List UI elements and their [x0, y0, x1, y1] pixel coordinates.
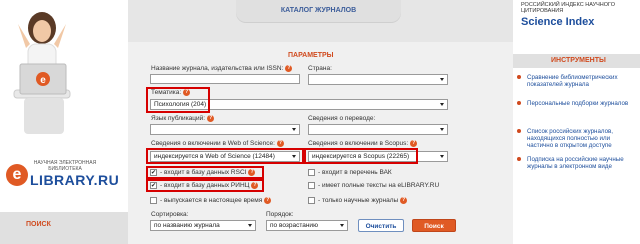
- vak-label: - входит в перечень ВАК: [318, 169, 392, 176]
- rsci-highlight: [146, 166, 264, 179]
- chevron-down-icon: [440, 78, 444, 81]
- left-search-band: ПОИСК: [0, 212, 128, 244]
- country-select[interactable]: [308, 74, 448, 85]
- current-label: - выпускается в настоящее время?: [160, 197, 272, 205]
- chevron-down-icon: [340, 224, 344, 227]
- sidebar-link-collections[interactable]: Персональные подборки журналов: [517, 100, 635, 107]
- scopus-label: Сведения о включении в Scopus:?: [308, 140, 418, 148]
- chevron-down-icon: [440, 128, 444, 131]
- scientific-only-checkbox[interactable]: [308, 197, 315, 204]
- instruments-header: ИНСТРУМЕНТЫ: [513, 54, 640, 68]
- translation-select[interactable]: [308, 124, 448, 135]
- sidebar-link-compare[interactable]: Сравнение библиометрических показателей …: [517, 74, 635, 88]
- bullet-icon: [517, 157, 521, 161]
- sidebar-link-open-access[interactable]: Список российских журналов, находящихся …: [517, 128, 635, 149]
- brand-tagline: НАУЧНАЯ ЭЛЕКТРОННАЯ БИБЛИОТЕКА: [33, 160, 97, 172]
- wos-label: Сведения о включении в Web of Science:?: [151, 140, 284, 148]
- right-sidebar: РОССИЙСКИЙ ИНДЕКС НАУЧНОГО ЦИТИРОВАНИЯ S…: [513, 0, 640, 244]
- help-icon[interactable]: ?: [285, 65, 293, 72]
- wos-highlight: [146, 148, 304, 164]
- clear-button[interactable]: Очистить: [358, 219, 404, 232]
- sort-label: Сортировка:: [151, 211, 189, 218]
- bullet-icon: [517, 75, 521, 79]
- scientific-only-label: - только научные журналы?: [318, 197, 408, 205]
- chevron-down-icon: [440, 103, 444, 106]
- bullet-icon: [517, 129, 521, 133]
- left-column: e e НАУЧНАЯ ЭЛЕКТРОННАЯ БИБЛИОТЕКА LIBRA…: [0, 0, 128, 244]
- vak-checkbox[interactable]: [308, 169, 315, 176]
- name-label: Название журнала, издательства или ISSN:…: [151, 65, 293, 73]
- instruments-title: ИНСТРУМЕНТЫ: [551, 57, 606, 64]
- left-search-link[interactable]: ПОИСК: [26, 221, 51, 228]
- search-form: ПАРАМЕТРЫ Название журнала, издательства…: [138, 42, 508, 244]
- main-content: КАТАЛОГ ЖУРНАЛОВ ПАРАМЕТРЫ Название журн…: [128, 0, 513, 244]
- elibrary-logo-icon: e: [6, 164, 28, 186]
- woman-with-laptop-illustration: e: [13, 12, 71, 134]
- rinc-highlight: [146, 179, 264, 192]
- current-checkbox[interactable]: [150, 197, 157, 204]
- scopus-highlight: [304, 148, 418, 164]
- top-band: КАТАЛОГ ЖУРНАЛОВ: [128, 0, 513, 42]
- journal-name-input[interactable]: [150, 74, 300, 84]
- brand-logo-text[interactable]: LIBRARY.RU: [30, 172, 119, 188]
- fulltext-label: - имеет полные тексты на eLIBRARY.RU: [318, 182, 440, 189]
- order-label: Порядок:: [266, 211, 294, 218]
- topic-highlight: [146, 87, 210, 113]
- fulltext-checkbox[interactable]: [308, 182, 315, 189]
- sidebar-link-subscription[interactable]: Подписка на российские научные журналы в…: [517, 156, 635, 170]
- tab-journal-catalog[interactable]: КАТАЛОГ ЖУРНАЛОВ: [236, 0, 401, 22]
- science-index-tagline: РОССИЙСКИЙ ИНДЕКС НАУЧНОГО ЦИТИРОВАНИЯ: [521, 2, 616, 14]
- help-icon[interactable]: ?: [410, 140, 418, 147]
- order-select[interactable]: по возрастанию: [266, 220, 348, 231]
- sort-select[interactable]: по названию журнала: [150, 220, 256, 231]
- language-select[interactable]: [150, 124, 300, 135]
- help-icon[interactable]: ?: [207, 115, 215, 122]
- help-icon[interactable]: ?: [264, 197, 272, 204]
- svg-text:e: e: [40, 75, 46, 86]
- bullet-icon: [517, 101, 521, 105]
- help-icon[interactable]: ?: [276, 140, 284, 147]
- chevron-down-icon: [440, 155, 444, 158]
- chevron-down-icon: [292, 128, 296, 131]
- chevron-down-icon: [248, 224, 252, 227]
- country-label: Страна:: [308, 65, 332, 72]
- language-label: Язык публикаций:?: [151, 115, 215, 123]
- science-index-logo[interactable]: Science Index: [521, 16, 594, 28]
- translation-label: Сведения о переводе:: [308, 115, 376, 122]
- params-title: ПАРАМЕТРЫ: [288, 52, 334, 59]
- help-icon[interactable]: ?: [400, 197, 408, 204]
- search-button[interactable]: Поиск: [412, 219, 456, 232]
